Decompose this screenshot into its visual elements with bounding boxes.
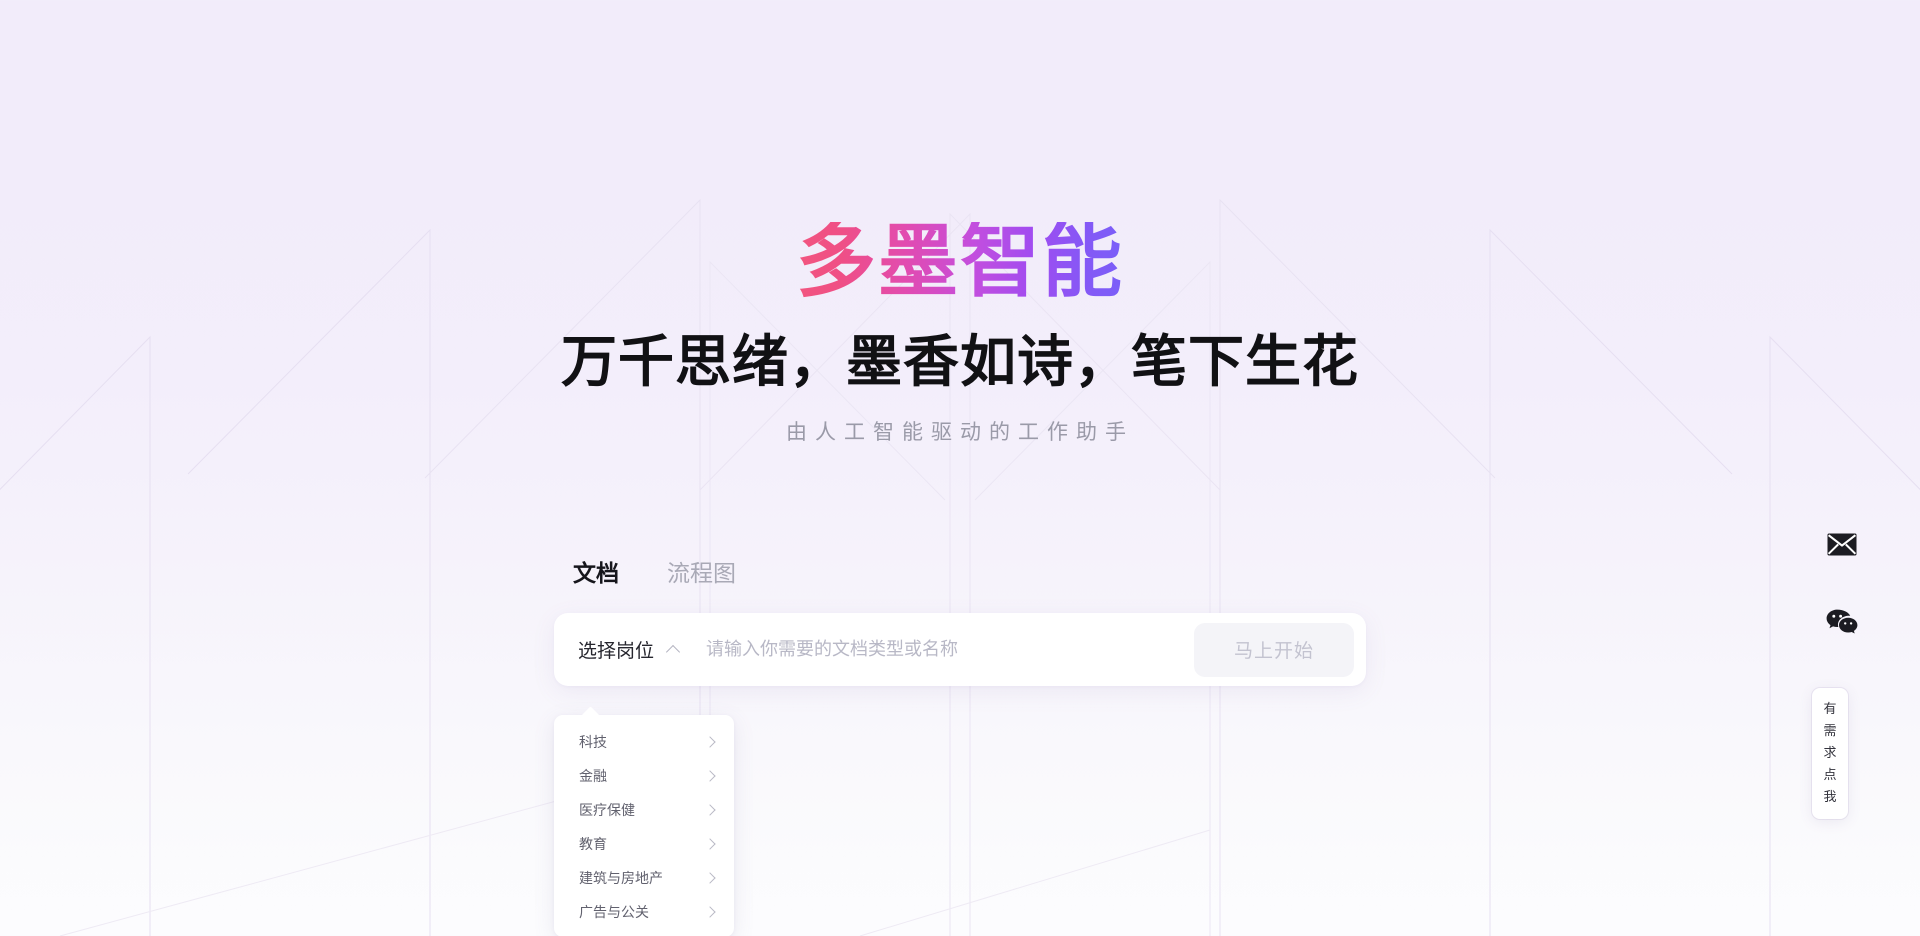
cta-char: 需 — [1823, 723, 1837, 738]
job-category-dropdown: 科技 金融 医疗保健 教育 建筑与房地产 广告与公关 — [554, 706, 734, 936]
dropdown-item-technology[interactable]: 科技 — [554, 725, 734, 759]
chevron-right-icon — [705, 839, 716, 850]
dropdown-item-label: 科技 — [579, 734, 607, 750]
cta-char: 有 — [1823, 701, 1837, 716]
cta-char: 求 — [1823, 745, 1837, 760]
hero-section: 多墨智能 万千思绪，墨香如诗，笔下生花 由人工智能驱动的工作助手 — [0, 0, 1920, 446]
cta-char: 我 — [1823, 789, 1837, 804]
dropdown-item-label: 广告与公关 — [579, 904, 649, 920]
envelope-icon[interactable] — [1816, 522, 1868, 566]
page-title: 多墨智能 — [796, 217, 1124, 306]
content-type-tabs: 文档 流程图 — [573, 558, 736, 590]
tab-document[interactable]: 文档 — [573, 558, 619, 590]
dropdown-item-label: 教育 — [579, 836, 607, 852]
chevron-right-icon — [705, 805, 716, 816]
search-input[interactable] — [706, 639, 1194, 660]
job-select-label: 选择岗位 — [578, 641, 655, 662]
dropdown-item-label: 建筑与房地产 — [579, 870, 663, 886]
chevron-up-icon — [667, 643, 680, 656]
chevron-right-icon — [705, 771, 716, 782]
start-button[interactable]: 马上开始 — [1194, 622, 1354, 677]
search-bar: 选择岗位 马上开始 — [554, 613, 1366, 686]
dropdown-item-healthcare[interactable]: 医疗保健 — [554, 793, 734, 827]
dropdown-caret — [581, 706, 600, 725]
chevron-right-icon — [705, 873, 716, 884]
contact-us-cta[interactable]: 有 需 求 点 我 — [1812, 688, 1848, 819]
hero-headline: 万千思绪，墨香如诗，笔下生花 — [561, 330, 1359, 393]
job-select-trigger[interactable]: 选择岗位 — [574, 630, 684, 669]
chevron-right-icon — [705, 737, 716, 748]
dropdown-item-construction-realestate[interactable]: 建筑与房地产 — [554, 861, 734, 895]
floating-contact-rail: 有 需 求 点 我 — [1800, 0, 1920, 936]
chevron-right-icon — [705, 907, 716, 918]
wechat-icon[interactable] — [1816, 600, 1868, 644]
dropdown-item-label: 医疗保健 — [579, 802, 635, 818]
cta-char: 点 — [1823, 767, 1837, 782]
dropdown-item-label: 金融 — [579, 768, 607, 784]
hero-tagline: 由人工智能驱动的工作助手 — [786, 421, 1134, 445]
dropdown-item-education[interactable]: 教育 — [554, 827, 734, 861]
dropdown-item-finance[interactable]: 金融 — [554, 759, 734, 793]
tab-flowchart[interactable]: 流程图 — [667, 558, 736, 590]
dropdown-item-advertising-pr[interactable]: 广告与公关 — [554, 895, 734, 929]
